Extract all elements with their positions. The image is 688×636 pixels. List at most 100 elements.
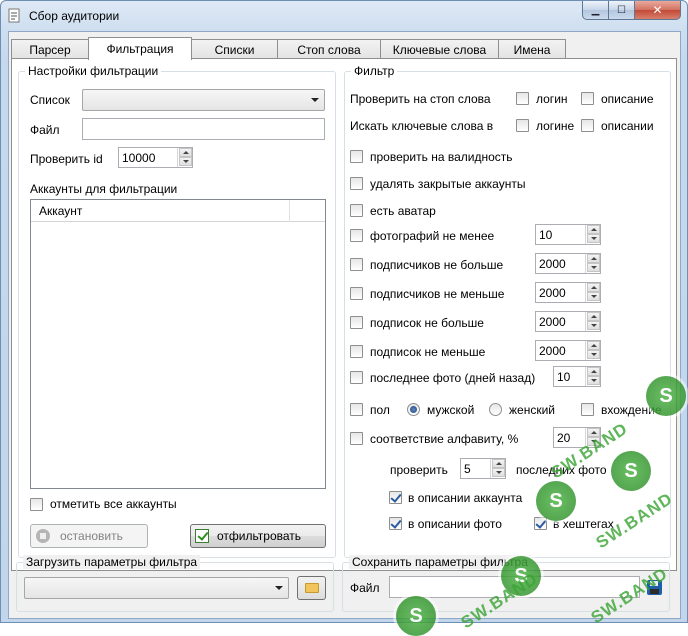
- follow-max-stepper[interactable]: 2000: [535, 311, 601, 332]
- title-bar[interactable]: Сбор аудитории ▁ ☐ ✕: [1, 1, 687, 31]
- follow-min-checkbox[interactable]: [350, 345, 363, 358]
- maximize-icon: ☐: [617, 4, 626, 16]
- app-icon: [8, 8, 20, 23]
- watermark-logo: S: [611, 451, 651, 491]
- check-id-stepper[interactable]: 10000: [118, 147, 193, 168]
- subs-min-stepper[interactable]: 2000: [535, 282, 601, 303]
- open-folder-button[interactable]: [297, 576, 326, 600]
- accounts-list[interactable]: Аккаунт: [30, 199, 326, 489]
- last-photo-label: последнее фото (дней назад): [370, 371, 536, 385]
- stepper-up-icon[interactable]: [587, 254, 600, 263]
- last-photo-checkbox[interactable]: [350, 371, 363, 384]
- select-all-checkbox[interactable]: [30, 498, 43, 511]
- stepper-down-icon[interactable]: [587, 321, 600, 330]
- stepper-up-icon[interactable]: [587, 312, 600, 321]
- load-params-select[interactable]: [24, 577, 289, 599]
- maximize-button[interactable]: ☐: [609, 1, 635, 20]
- male-radio[interactable]: [407, 403, 420, 416]
- check-photos-stepper[interactable]: 5: [460, 458, 506, 479]
- gender-checkbox[interactable]: [350, 403, 363, 416]
- stepper-down-icon[interactable]: [587, 376, 600, 385]
- watermark-logo: S: [396, 596, 436, 636]
- stopword-login-label: логин: [536, 92, 568, 106]
- stepper-up-icon[interactable]: [492, 459, 505, 468]
- photos-min-checkbox[interactable]: [350, 229, 363, 242]
- load-params-group: Загрузить параметры фильтра: [16, 555, 334, 612]
- female-radio[interactable]: [489, 403, 502, 416]
- chevron-down-icon: [275, 586, 283, 590]
- watermark-glyph: S: [659, 384, 673, 407]
- stepper-buttons: [490, 459, 505, 478]
- keyword-desc-checkbox[interactable]: [581, 119, 594, 132]
- stepper-buttons: [585, 283, 600, 302]
- alphabet-checkbox[interactable]: [350, 432, 363, 445]
- subs-max-checkbox[interactable]: [350, 258, 363, 271]
- in-hashtags-checkbox[interactable]: [534, 517, 547, 530]
- subs-min-checkbox[interactable]: [350, 287, 363, 300]
- file-input[interactable]: [82, 118, 325, 140]
- tab-label: Парсер: [29, 42, 71, 57]
- list-select[interactable]: [82, 89, 325, 111]
- photos-min-stepper[interactable]: 10: [535, 224, 601, 245]
- watermark-logo: S: [536, 481, 576, 521]
- tab-label: Имена: [513, 42, 551, 57]
- stepper-up-icon[interactable]: [179, 148, 192, 157]
- has-avatar-checkbox[interactable]: [350, 204, 363, 217]
- follow-max-checkbox[interactable]: [350, 316, 363, 329]
- in-account-desc-checkbox[interactable]: [389, 491, 402, 504]
- stepper-buttons: [585, 341, 600, 360]
- stop-button-label: остановить: [60, 529, 123, 543]
- minimize-button[interactable]: ▁: [582, 1, 609, 20]
- load-params-title: Загрузить параметры фильтра: [23, 555, 201, 569]
- tab-stopwords[interactable]: Стоп слова: [277, 39, 381, 59]
- stepper-up-icon[interactable]: [587, 341, 600, 350]
- photos-min-label: фотографий не менее: [370, 229, 495, 243]
- check-icon: [195, 529, 209, 543]
- tab-names[interactable]: Имена: [498, 39, 566, 59]
- last-photo-stepper[interactable]: 10: [553, 366, 601, 387]
- keyword-label: Искать ключевые слова в: [350, 119, 494, 133]
- stepper-down-icon[interactable]: [587, 263, 600, 272]
- watermark-logo: S: [646, 376, 686, 416]
- account-column-header[interactable]: Аккаунт: [31, 200, 290, 222]
- in-photo-desc-checkbox[interactable]: [389, 517, 402, 530]
- stopword-login-checkbox[interactable]: [516, 92, 529, 105]
- tab-filtering[interactable]: Фильтрация: [88, 37, 192, 60]
- filter-settings-group: Настройки фильтрации Список Файл Провери…: [18, 64, 336, 558]
- stepper-down-icon[interactable]: [587, 350, 600, 359]
- filtering-tab-panel: Настройки фильтрации Список Файл Провери…: [11, 58, 677, 571]
- entry-checkbox[interactable]: [581, 403, 594, 416]
- stepper-up-icon[interactable]: [587, 283, 600, 292]
- stepper-down-icon[interactable]: [587, 234, 600, 243]
- watermark-glyph: S: [409, 604, 423, 627]
- chevron-down-icon: [311, 98, 319, 102]
- accounts-list-header: Аккаунт: [31, 200, 325, 222]
- tab-parser[interactable]: Парсер: [11, 39, 89, 59]
- follow-min-stepper[interactable]: 2000: [535, 340, 601, 361]
- stepper-up-icon[interactable]: [587, 367, 600, 376]
- stopword-desc-checkbox[interactable]: [581, 92, 594, 105]
- stepper-buttons: [585, 254, 600, 273]
- watermark-glyph: S: [549, 489, 563, 512]
- tab-keywords[interactable]: Ключевые слова: [380, 39, 499, 59]
- keyword-login-checkbox[interactable]: [516, 119, 529, 132]
- tab-lists[interactable]: Списки: [191, 39, 278, 59]
- stepper-up-icon[interactable]: [587, 225, 600, 234]
- stepper-down-icon[interactable]: [492, 468, 505, 477]
- accounts-title: Аккаунты для фильтрации: [30, 182, 178, 196]
- tab-strip: Парсер Фильтрация Списки Стоп слова Ключ…: [11, 37, 566, 60]
- validity-checkbox[interactable]: [350, 150, 363, 163]
- filter-button[interactable]: отфильтровать: [190, 524, 326, 548]
- minimize-icon: ▁: [591, 4, 600, 16]
- stepper-down-icon[interactable]: [179, 157, 192, 166]
- subs-max-value: 2000: [539, 257, 566, 271]
- gender-label: пол: [370, 403, 390, 417]
- stepper-down-icon[interactable]: [587, 292, 600, 301]
- tab-label: Списки: [214, 42, 255, 57]
- subs-min-label: подписчиков не меньше: [370, 287, 505, 301]
- remove-closed-checkbox[interactable]: [350, 177, 363, 190]
- stop-button[interactable]: остановить: [30, 524, 148, 548]
- caption-buttons: ▁ ☐ ✕: [582, 1, 681, 21]
- close-button[interactable]: ✕: [635, 1, 681, 20]
- subs-max-stepper[interactable]: 2000: [535, 253, 601, 274]
